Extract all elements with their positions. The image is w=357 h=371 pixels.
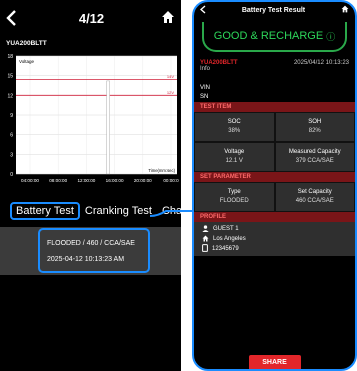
y-tick-label: 15	[7, 74, 13, 80]
result-status-box: GOOD & RECHARGE ⓘ	[202, 22, 347, 52]
info-label: Info	[200, 66, 211, 72]
record-datetime: 2025-04-12 10:13:23 AM	[47, 256, 125, 263]
set-capacity-value: 460 CCA/SAE	[295, 198, 334, 204]
x-tick-label: 00:00:0	[163, 178, 179, 183]
test-item-grid: SOC 38% SOH 82% Voltage 12.1 V Measured …	[194, 112, 355, 172]
soc-label: SOC	[227, 119, 241, 125]
soh-cell: SOH 82%	[274, 112, 355, 142]
type-value: FLOODED	[219, 198, 249, 204]
y-tick-label: 0	[10, 172, 13, 178]
y-tick-label: 6	[10, 133, 13, 139]
soh-value: 82%	[308, 128, 321, 134]
phone-icon	[202, 244, 208, 254]
y-axis-label: Voltage	[19, 59, 35, 64]
voltage-chart: 18 15 12 9 6 3 0 04:00:00 08:00:00 12:00:00 16:00:…	[7, 54, 179, 183]
result-title: Battery Test Result	[241, 6, 306, 14]
x-tick-label: 12:00:00	[77, 178, 95, 183]
capacity-value: 379 CCA/SAE	[295, 158, 334, 164]
left-screen: 4/12 YUA200BLTT 18 15 12 9 6 3 0 04:00:00 08:00:…	[0, 0, 181, 371]
device-info-row: YUA200BLTT Info 2025/04/12 10:13:23	[194, 52, 355, 72]
profile-user: GUEST 1	[194, 224, 355, 234]
page-counter: 4/12	[78, 10, 105, 26]
y-tick-label: 18	[7, 54, 13, 60]
tab-cranking-test[interactable]: Cranking Test	[80, 205, 157, 217]
capacity-cell: Measured Capacity 379 CCA/SAE	[274, 142, 355, 172]
right-top-bar: Battery Test Result	[194, 2, 355, 18]
profile-name: GUEST 1	[213, 226, 239, 232]
result-status: GOOD & RECHARGE	[213, 30, 324, 42]
set-capacity-label: Set Capacity	[297, 189, 332, 195]
left-empty-area	[0, 275, 181, 371]
soh-label: SOH	[308, 119, 322, 125]
sn-label: SN	[200, 94, 209, 100]
device-name: YUA200BLTT	[6, 40, 47, 47]
voltage-label: Voltage	[224, 149, 245, 155]
profile-list: GUEST 1 Los Angeles 12345679	[194, 222, 355, 256]
right-screen: Battery Test Result GOOD & RECHARGE ⓘ YU…	[192, 0, 357, 371]
test-record-highlight: FLOODED / 460 / CCA/SAE 2025-04-12 10:13…	[38, 228, 150, 273]
y-tick-label: 3	[10, 152, 13, 158]
set-parameter-grid: Type FLOODED Set Capacity 460 CCA/SAE	[194, 182, 355, 212]
home-icon[interactable]	[161, 10, 175, 26]
tab-battery-test[interactable]: Battery Test	[10, 202, 80, 220]
soc-value: 38%	[228, 128, 241, 134]
voltage-cell: Voltage 12.1 V	[194, 142, 275, 172]
record-parameters: FLOODED / 460 / CCA/SAE	[47, 240, 135, 247]
info-icon[interactable]: ⓘ	[326, 30, 335, 43]
y-tick-label: 9	[10, 113, 13, 119]
share-button[interactable]: SHARE	[248, 355, 301, 369]
soc-cell: SOC 38%	[194, 112, 275, 142]
x-tick-label: 20:00:00	[134, 178, 152, 183]
left-top-bar: 4/12	[0, 0, 181, 36]
profile-phone-number: 12345679	[212, 246, 239, 252]
test-item-header: TEST ITEM	[194, 102, 355, 112]
profile-location: Los Angeles	[194, 234, 355, 244]
type-label: Type	[227, 189, 241, 195]
voltage-value: 12.1 V	[225, 158, 243, 164]
profile-city: Los Angeles	[213, 236, 246, 242]
home-icon[interactable]	[341, 5, 349, 15]
house-icon	[202, 235, 209, 244]
threshold-label: 12V	[167, 90, 174, 95]
y-tick-label: 12	[7, 93, 13, 99]
voltage-spike	[106, 80, 110, 175]
x-tick-label: 04:00:00	[21, 178, 39, 183]
x-axis-label: Time(mm:sec)	[148, 168, 175, 173]
x-tick-label: 16:00:00	[106, 178, 124, 183]
profile-header: PROFILE	[194, 212, 355, 222]
result-datetime: 2025/04/12 10:13:23	[293, 60, 349, 66]
type-cell: Type FLOODED	[194, 182, 275, 212]
connector-line	[150, 210, 196, 217]
back-icon[interactable]	[6, 8, 22, 28]
threshold-label: 14V	[167, 74, 174, 79]
set-capacity-cell: Set Capacity 460 CCA/SAE	[274, 182, 355, 212]
set-parameter-header: SET PARAMETER	[194, 172, 355, 182]
profile-phone: 12345679	[194, 244, 355, 254]
x-tick-label: 08:00:00	[49, 178, 67, 183]
capacity-label: Measured Capacity	[288, 149, 341, 155]
test-record-row[interactable]: FLOODED / 460 / CCA/SAE 2025-04-12 10:13…	[0, 227, 181, 275]
user-icon	[202, 224, 209, 234]
vin-label: VIN	[200, 85, 211, 91]
